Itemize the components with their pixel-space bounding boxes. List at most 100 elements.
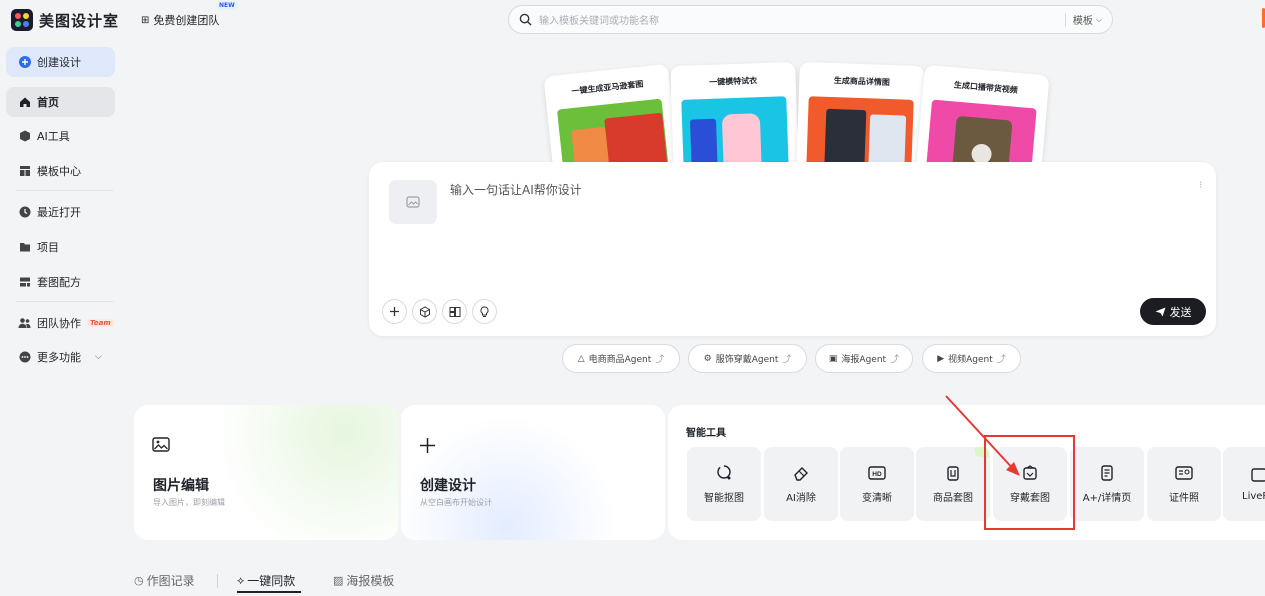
app-logo[interactable]: 美图设计室	[11, 9, 119, 31]
sidebar-item-label: 最近打开	[37, 206, 81, 219]
sidebar-item-label: 更多功能	[37, 351, 81, 364]
tool-label: AI消除	[786, 493, 816, 504]
tool-label: 智能抠图	[704, 493, 744, 504]
hero-card-title: 生成商品详情图	[833, 75, 891, 87]
active-tab-underline	[237, 591, 301, 593]
agent-ecommerce[interactable]: △ 电商商品Agent ⤴	[562, 344, 680, 373]
search-input[interactable]: 输入模板关键词或功能名称	[539, 12, 1058, 27]
tab-history[interactable]: ◷ 作图记录	[134, 572, 195, 589]
search-scope-dropdown[interactable]: 模板 ⌵	[1072, 12, 1102, 28]
idea-tool-button[interactable]	[472, 299, 497, 324]
sidebar-divider	[16, 190, 114, 191]
svg-text:HD: HD	[872, 471, 882, 478]
create-design-card[interactable]: 创建设计 从空白画布开始设计	[401, 405, 665, 540]
prompt-input[interactable]: 输入一句话让AI帮你设计	[450, 181, 582, 198]
tool-livephoto[interactable]: LiveP	[1223, 447, 1265, 521]
hero-card-detail[interactable]: 生成商品详情图	[796, 61, 925, 179]
sidebar-item-label: 团队协作	[37, 317, 81, 330]
tab-divider	[217, 574, 218, 588]
layout-tool-button[interactable]	[442, 299, 467, 324]
tool-label: 变清晰	[862, 493, 892, 504]
card-title: 图片编辑	[153, 478, 209, 494]
card-subtitle: 导入图片，即刻编辑	[153, 498, 225, 507]
template-icon	[18, 165, 31, 178]
add-button[interactable]	[382, 299, 407, 324]
team-icon	[18, 317, 31, 330]
tool-enhance[interactable]: HD 变清晰	[840, 447, 914, 521]
agent-label: 电商商品Agent	[588, 355, 652, 365]
annotation-highlight-box	[984, 435, 1075, 530]
sidebar-create-design[interactable]: 创建设计	[6, 47, 115, 77]
tool-aplus-detail[interactable]: A+/详情页	[1070, 447, 1144, 521]
sidebar-item-label: 首页	[37, 96, 59, 109]
sidebar-item-ai-tools[interactable]: AI工具	[6, 121, 115, 151]
folder-icon	[18, 241, 31, 254]
plus-icon	[390, 307, 399, 316]
poster-icon: ▣	[828, 353, 838, 364]
id-card-icon	[1175, 464, 1193, 482]
home-icon	[18, 96, 31, 109]
arrow-icon: ⤴	[890, 355, 900, 365]
sidebar-item-home[interactable]: 首页	[6, 87, 115, 117]
tab-label: 海报模板	[346, 574, 395, 588]
send-label: 发送	[1169, 305, 1192, 319]
agent-label: 海报Agent	[841, 355, 887, 365]
agent-apparel[interactable]: ⚙ 服饰穿戴Agent ⤴	[688, 344, 807, 373]
cube-tool-button[interactable]	[412, 299, 437, 324]
tab-poster-templates[interactable]: ▨ 海报模板	[333, 572, 394, 589]
upload-image-button[interactable]	[389, 180, 437, 224]
plus-circle-icon	[18, 56, 31, 69]
sidebar-item-recipes[interactable]: 套图配方	[6, 267, 115, 297]
tool-label: LiveP	[1242, 491, 1265, 502]
search-scope-label: 模板	[1072, 16, 1093, 27]
tool-id-photo[interactable]: 证件照	[1147, 447, 1221, 521]
search-bar[interactable]: 输入模板关键词或功能名称 模板 ⌵	[508, 5, 1113, 34]
live-photo-icon	[1250, 466, 1265, 484]
clock-icon	[18, 206, 31, 219]
create-team-label: 免费创建团队	[153, 14, 220, 27]
arrow-icon: ⤴	[655, 355, 665, 365]
send-button[interactable]: 发送	[1140, 298, 1206, 325]
tab-one-click-same[interactable]: ⟡ 一键同款	[237, 572, 295, 589]
recipe-icon	[18, 276, 31, 289]
tab-label: 一键同款	[247, 574, 296, 588]
bag-icon: △	[577, 353, 585, 364]
sidebar-divider	[16, 301, 114, 302]
layout-icon	[449, 306, 460, 317]
agent-label: 服饰穿戴Agent	[715, 355, 779, 365]
agent-poster[interactable]: ▣ 海报Agent ⤴	[815, 344, 913, 373]
agent-label: 视频Agent	[948, 355, 993, 365]
sidebar-item-recent[interactable]: 最近打开	[6, 197, 115, 227]
app-name: 美图设计室	[39, 11, 120, 30]
chevron-down-icon: ⌵	[1095, 14, 1102, 24]
team-icon: ⊞	[141, 14, 150, 26]
hero-card-title: 一键模特试衣	[708, 75, 758, 87]
clock-icon: ◷	[134, 574, 144, 587]
smart-tools-title: 智能工具	[686, 428, 726, 439]
tool-label: A+/详情页	[1082, 493, 1132, 504]
arrow-icon: ⤴	[782, 355, 792, 365]
hanger-icon: ⚙	[703, 353, 712, 364]
image-edit-card[interactable]: 图片编辑 导入图片，即刻编辑	[134, 405, 398, 540]
create-team-link[interactable]: ⊞ 免费创建团队 NEW	[141, 1, 238, 28]
tool-smart-cutout[interactable]: 智能抠图	[687, 447, 761, 521]
hd-icon: HD	[868, 464, 886, 482]
tool-ai-erase[interactable]: AI消除	[764, 447, 838, 521]
sidebar-item-more[interactable]: 更多功能 ⌵	[6, 342, 115, 372]
sidebar-item-label: 套图配方	[37, 276, 81, 289]
sidebar-item-projects[interactable]: 项目	[6, 232, 115, 262]
agent-video[interactable]: ▶ 视频Agent ⤴	[922, 344, 1021, 373]
expand-icon[interactable]: ⁝	[1199, 180, 1202, 191]
send-icon	[1155, 307, 1165, 316]
cutout-icon	[715, 464, 733, 482]
arrow-icon: ⤴	[996, 355, 1006, 365]
sidebar-item-templates[interactable]: 模板中心	[6, 156, 115, 186]
ai-tools-icon	[18, 130, 31, 143]
tool-label: 证件照	[1169, 493, 1199, 504]
image-add-icon	[406, 196, 420, 208]
image-icon: ▨	[333, 574, 344, 587]
sidebar-item-team[interactable]: 团队协作 Team	[6, 308, 115, 338]
image-icon	[152, 437, 170, 457]
plus-icon	[419, 437, 436, 459]
hero-card-model[interactable]: 一键模特试衣	[670, 61, 799, 179]
